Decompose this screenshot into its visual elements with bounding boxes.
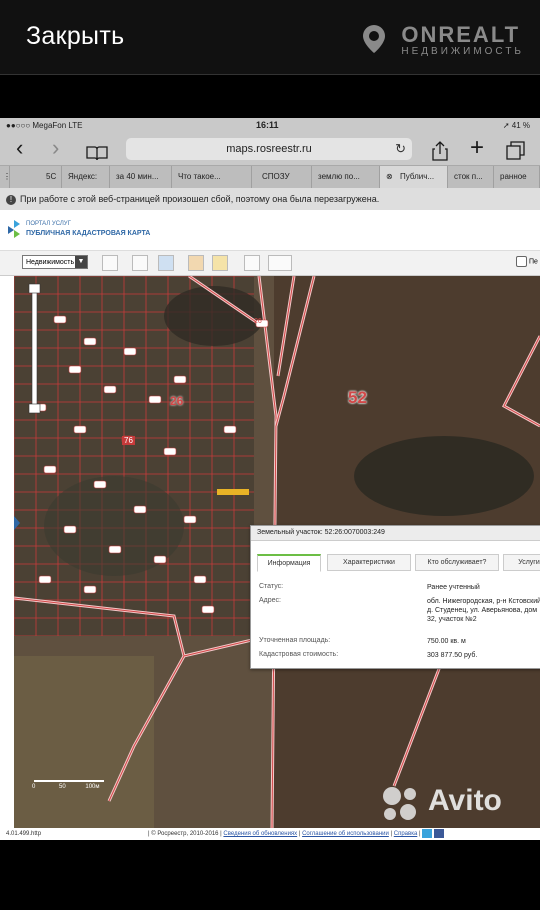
app-top-bar: Закрыть ONREALT НЕДВИЖИМОСТЬ [0, 0, 540, 75]
browser-tab-label: Публич... [400, 172, 435, 181]
tab-characteristics[interactable]: Характеристики [327, 554, 411, 571]
selected-parcel[interactable] [217, 489, 249, 495]
layers-tool-icon[interactable] [158, 255, 174, 271]
browser-tab[interactable]: за 40 мин... [110, 166, 172, 188]
carrier-label: ●●○○○ MegaFon LTE [6, 121, 83, 130]
close-tab-icon[interactable]: ⊗ [386, 166, 393, 188]
updates-link[interactable]: Сведения об обновлениях [223, 831, 297, 837]
brand-logo: ONREALT НЕДВИЖИМОСТЬ [363, 22, 524, 57]
reload-icon[interactable]: ↻ [395, 138, 406, 160]
ios-status-bar: ●●○○○ MegaFon LTE 16:11 ➚ 41 % [0, 118, 540, 133]
close-button[interactable]: Закрыть [26, 22, 124, 51]
warning-icon: ! [6, 194, 16, 205]
checkbox-icon [516, 256, 527, 267]
copyright-text: | © Росреестр, 2010-2016 | [148, 831, 222, 837]
status-label: Статус: [259, 583, 284, 590]
cadastral-district-number: 26 [170, 394, 184, 408]
tab-information[interactable]: Информация [257, 554, 321, 572]
scale-label: 100м [85, 784, 100, 790]
back-icon[interactable]: ‹ [16, 137, 23, 161]
avito-logo-icon [383, 787, 416, 820]
battery-indicator: ➚ 41 % [502, 121, 530, 130]
avito-wordmark: Avito [428, 784, 502, 817]
twitter-icon[interactable] [422, 828, 433, 838]
area-value: 750.00 кв. м [427, 638, 466, 645]
warning-text: При работе с этой веб-страницей произоше… [20, 194, 380, 204]
browser-tab[interactable]: сток п... [448, 166, 494, 188]
tabs-icon[interactable] [506, 139, 526, 163]
zoom-in-button[interactable] [28, 283, 41, 294]
chevron-down-icon: ▼ [75, 256, 87, 268]
browser-tab-strip: ⋮ 5С Яндекс: за 40 мин... Что такое... С… [0, 165, 540, 188]
panel-checkbox[interactable]: Пе [516, 256, 538, 267]
avito-watermark: Avito [380, 784, 540, 824]
settings-tool-icon[interactable] [268, 255, 292, 271]
location-pin-icon [363, 25, 386, 53]
note-tool-icon[interactable] [212, 255, 228, 271]
site-logo-title: ПУБЛИЧНАЯ КАДАСТРОВАЯ КАРТА [26, 230, 151, 237]
site-logo-icon [8, 220, 20, 238]
clock: 16:11 [256, 120, 279, 130]
popup-title: Земельный участок: 52:26:0070003:249 [251, 526, 540, 541]
help-link[interactable]: Справка [394, 831, 418, 837]
browser-tab[interactable]: ранное [494, 166, 540, 188]
map-toolbar: Недвижимость ▼ Пе [0, 250, 540, 276]
address-value: обл. Нижегородская, р-н Кстовский, д. Ст… [427, 598, 540, 623]
zoom-slider[interactable] [31, 285, 38, 412]
brand-subtitle: НЕДВИЖИМОСТЬ [401, 46, 524, 57]
terms-link[interactable]: Соглашение об использовании [302, 831, 389, 837]
footer-links: | © Росреестр, 2010-2016 | Сведения об о… [148, 828, 444, 840]
url-text: maps.rosreestr.ru [226, 143, 312, 155]
brand-name: ONREALT [401, 22, 521, 47]
address-label: Адрес: [259, 597, 281, 604]
forward-icon[interactable]: › [52, 137, 59, 161]
scale-bar: 0 50 100м [32, 784, 100, 790]
tab-who-serves[interactable]: Кто обслуживает? [415, 554, 499, 571]
site-logo-line1: ПОРТАЛ УСЛУГ [26, 221, 71, 227]
parcel-info-popup: Земельный участок: 52:26:0070003:249 Инф… [250, 525, 540, 669]
print-icon[interactable] [244, 255, 260, 271]
tab-services[interactable]: Услуги [503, 554, 540, 571]
facebook-icon[interactable] [433, 828, 444, 838]
cadastral-value: 303 877.50 руб. [427, 652, 478, 659]
bookmarks-icon[interactable] [86, 141, 108, 165]
site-footer: 4.01.499.http | © Росреестр, 2010-2016 |… [0, 828, 540, 840]
pointer-tool-icon[interactable] [102, 255, 118, 271]
area-label: Уточненная площадь: [259, 637, 331, 644]
layer-select[interactable]: Недвижимость ▼ [22, 255, 88, 269]
embedded-screenshot: ●●○○○ MegaFon LTE 16:11 ➚ 41 % ‹ › maps.… [0, 118, 540, 840]
browser-tab[interactable]: землю по... [312, 166, 380, 188]
browser-tab[interactable]: 5С [40, 166, 62, 188]
browser-tab[interactable]: Яндекс: [62, 166, 110, 188]
layer-select-value: Недвижимость [26, 259, 75, 266]
panel-checkbox-label: Пе [528, 258, 538, 266]
measure-tool-icon[interactable] [132, 255, 148, 271]
browser-tab[interactable]: СПОЗУ [252, 166, 312, 188]
address-bar[interactable]: maps.rosreestr.ru ↻ [126, 138, 412, 160]
version-label: 4.01.499.http [6, 831, 42, 837]
cadastral-value-label: Кадастровая стоимость: [259, 651, 339, 658]
browser-tab-active[interactable]: ⊗ Публич... [380, 166, 448, 188]
status-value: Ранее учтенный [427, 584, 480, 591]
cadastral-quarter-number: 52 [348, 388, 367, 407]
browser-tab[interactable]: Что такое... [172, 166, 252, 188]
crash-warning-banner: ! При работе с этой веб-страницей произош… [0, 188, 540, 210]
tab-overflow-icon[interactable]: ⋮ [0, 166, 10, 188]
scale-label: 50 [59, 784, 66, 790]
new-tab-icon[interactable]: + [470, 136, 484, 161]
map-label: 26 [254, 318, 262, 325]
map-label: 76 [122, 436, 135, 445]
zoom-out-button[interactable] [28, 403, 41, 414]
scale-label: 0 [32, 784, 36, 790]
share-icon[interactable] [432, 139, 448, 163]
popup-tabs: Информация Характеристики Кто обслуживае… [257, 554, 540, 572]
area-tool-icon[interactable] [188, 255, 204, 271]
browser-nav-bar: ‹ › maps.rosreestr.ru ↻ + [0, 133, 540, 165]
